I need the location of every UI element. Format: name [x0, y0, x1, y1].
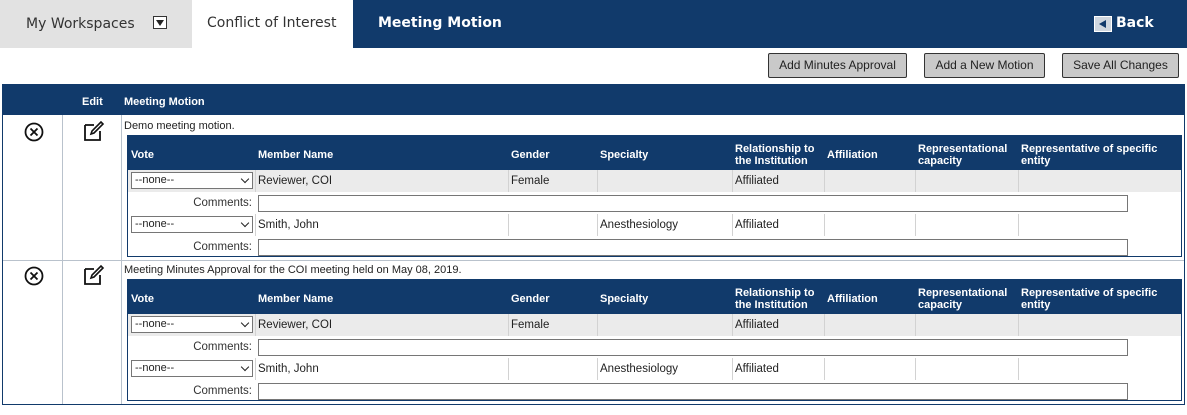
- member-gender: Female: [511, 175, 550, 187]
- member-specialty: [597, 170, 600, 192]
- col-rep-entity-2: entity: [1021, 155, 1051, 167]
- col-vote: Vote: [131, 293, 155, 305]
- add-new-motion-button[interactable]: Add a New Motion: [924, 53, 1045, 78]
- chevron-down-icon[interactable]: [153, 16, 167, 29]
- top-nav-bar: My Workspaces Conflict of Interest Meeti…: [0, 0, 1187, 48]
- member-name: Smith, John: [258, 363, 319, 375]
- col-affiliation: Affiliation: [827, 149, 878, 161]
- col-member-name: Member Name: [258, 293, 334, 305]
- col-rep-capacity-1: Representational: [918, 143, 1008, 155]
- col-specialty: Specialty: [600, 293, 649, 305]
- back-label: Back: [1116, 15, 1154, 31]
- edit-icon[interactable]: [83, 264, 105, 286]
- member-name: Reviewer, COI: [258, 319, 333, 331]
- divider: [3, 260, 1184, 261]
- comments-label: Comments:: [193, 241, 252, 253]
- members-table-header: Vote Member Name Gender Specialty Relati…: [128, 136, 1181, 170]
- comments-row: Comments:: [128, 336, 1181, 358]
- member-row: --none-- Smith, John Anesthesiology Affi…: [128, 214, 1181, 236]
- vote-select[interactable]: --none--: [131, 172, 253, 189]
- vote-select[interactable]: --none--: [131, 360, 253, 377]
- member-specialty: Anesthesiology: [600, 363, 678, 375]
- col-relationship-2: the Institution: [735, 155, 808, 167]
- col-gender: Gender: [511, 293, 550, 305]
- tab-conflict-of-interest[interactable]: Conflict of Interest: [192, 0, 353, 48]
- comments-input[interactable]: [258, 339, 1128, 356]
- save-all-changes-button[interactable]: Save All Changes: [1062, 53, 1179, 78]
- member-gender: [508, 214, 511, 236]
- members-table-header: Vote Member Name Gender Specialty Relati…: [128, 280, 1181, 314]
- col-relationship-2: the Institution: [735, 299, 808, 311]
- member-relationship: Affiliated: [735, 363, 779, 375]
- col-rep-capacity-2: capacity: [918, 155, 963, 167]
- members-table: Vote Member Name Gender Specialty Relati…: [127, 279, 1182, 401]
- member-relationship: Affiliated: [735, 319, 779, 331]
- motions-grid: Edit Meeting Motion Demo meeting motion.…: [2, 84, 1185, 405]
- back-arrow-icon: [1094, 16, 1112, 32]
- col-affiliation: Affiliation: [827, 293, 878, 305]
- comments-label: Comments:: [193, 341, 252, 353]
- member-relationship: Affiliated: [735, 219, 779, 231]
- col-vote: Vote: [131, 149, 155, 161]
- comments-label: Comments:: [193, 385, 252, 397]
- col-rep-capacity-1: Representational: [918, 287, 1008, 299]
- member-name: Reviewer, COI: [258, 175, 333, 187]
- delete-motion-icon[interactable]: [24, 122, 44, 142]
- member-relationship: Affiliated: [735, 175, 779, 187]
- member-gender: [508, 358, 511, 380]
- comments-row: Comments:: [128, 380, 1181, 402]
- comments-row: Comments:: [128, 192, 1181, 214]
- col-gender: Gender: [511, 149, 550, 161]
- member-row: --none-- Reviewer, COI Female Affiliated: [128, 170, 1181, 192]
- col-relationship-1: Relationship to: [735, 143, 815, 155]
- grid-header: Edit Meeting Motion: [3, 85, 1184, 115]
- tab-my-workspaces[interactable]: My Workspaces: [0, 0, 192, 48]
- comments-input[interactable]: [258, 195, 1128, 212]
- col-rep-entity-2: entity: [1021, 299, 1051, 311]
- member-gender: Female: [511, 319, 550, 331]
- col-member-name: Member Name: [258, 149, 334, 161]
- header-meeting-motion: Meeting Motion: [124, 96, 205, 108]
- col-rep-capacity-2: capacity: [918, 299, 963, 311]
- col-specialty: Specialty: [600, 149, 649, 161]
- comments-input[interactable]: [258, 383, 1128, 400]
- member-row: --none-- Reviewer, COI Female Affiliated: [128, 314, 1181, 336]
- motion-text: Demo meeting motion.: [124, 120, 235, 132]
- member-specialty: [597, 314, 600, 336]
- col-rep-entity-1: Representative of specific: [1021, 143, 1158, 155]
- comments-input[interactable]: [258, 239, 1128, 256]
- member-name: Smith, John: [258, 219, 319, 231]
- col-rep-entity-1: Representative of specific: [1021, 287, 1158, 299]
- add-minutes-approval-button[interactable]: Add Minutes Approval: [768, 53, 907, 78]
- col-relationship-1: Relationship to: [735, 287, 815, 299]
- delete-motion-icon[interactable]: [24, 266, 44, 286]
- comments-label: Comments:: [193, 197, 252, 209]
- members-table: Vote Member Name Gender Specialty Relati…: [127, 135, 1182, 257]
- comments-row: Comments:: [128, 236, 1181, 258]
- edit-icon[interactable]: [83, 120, 105, 142]
- tab-meeting-motion[interactable]: Meeting Motion: [378, 15, 502, 31]
- header-edit: Edit: [82, 96, 103, 108]
- workspaces-label: My Workspaces: [26, 16, 135, 32]
- motion-text: Meeting Minutes Approval for the COI mee…: [124, 264, 462, 276]
- vote-select[interactable]: --none--: [131, 216, 253, 233]
- member-row: --none-- Smith, John Anesthesiology Affi…: [128, 358, 1181, 380]
- member-specialty: Anesthesiology: [600, 219, 678, 231]
- tab-coi-label: Conflict of Interest: [207, 15, 337, 31]
- vote-select[interactable]: --none--: [131, 316, 253, 333]
